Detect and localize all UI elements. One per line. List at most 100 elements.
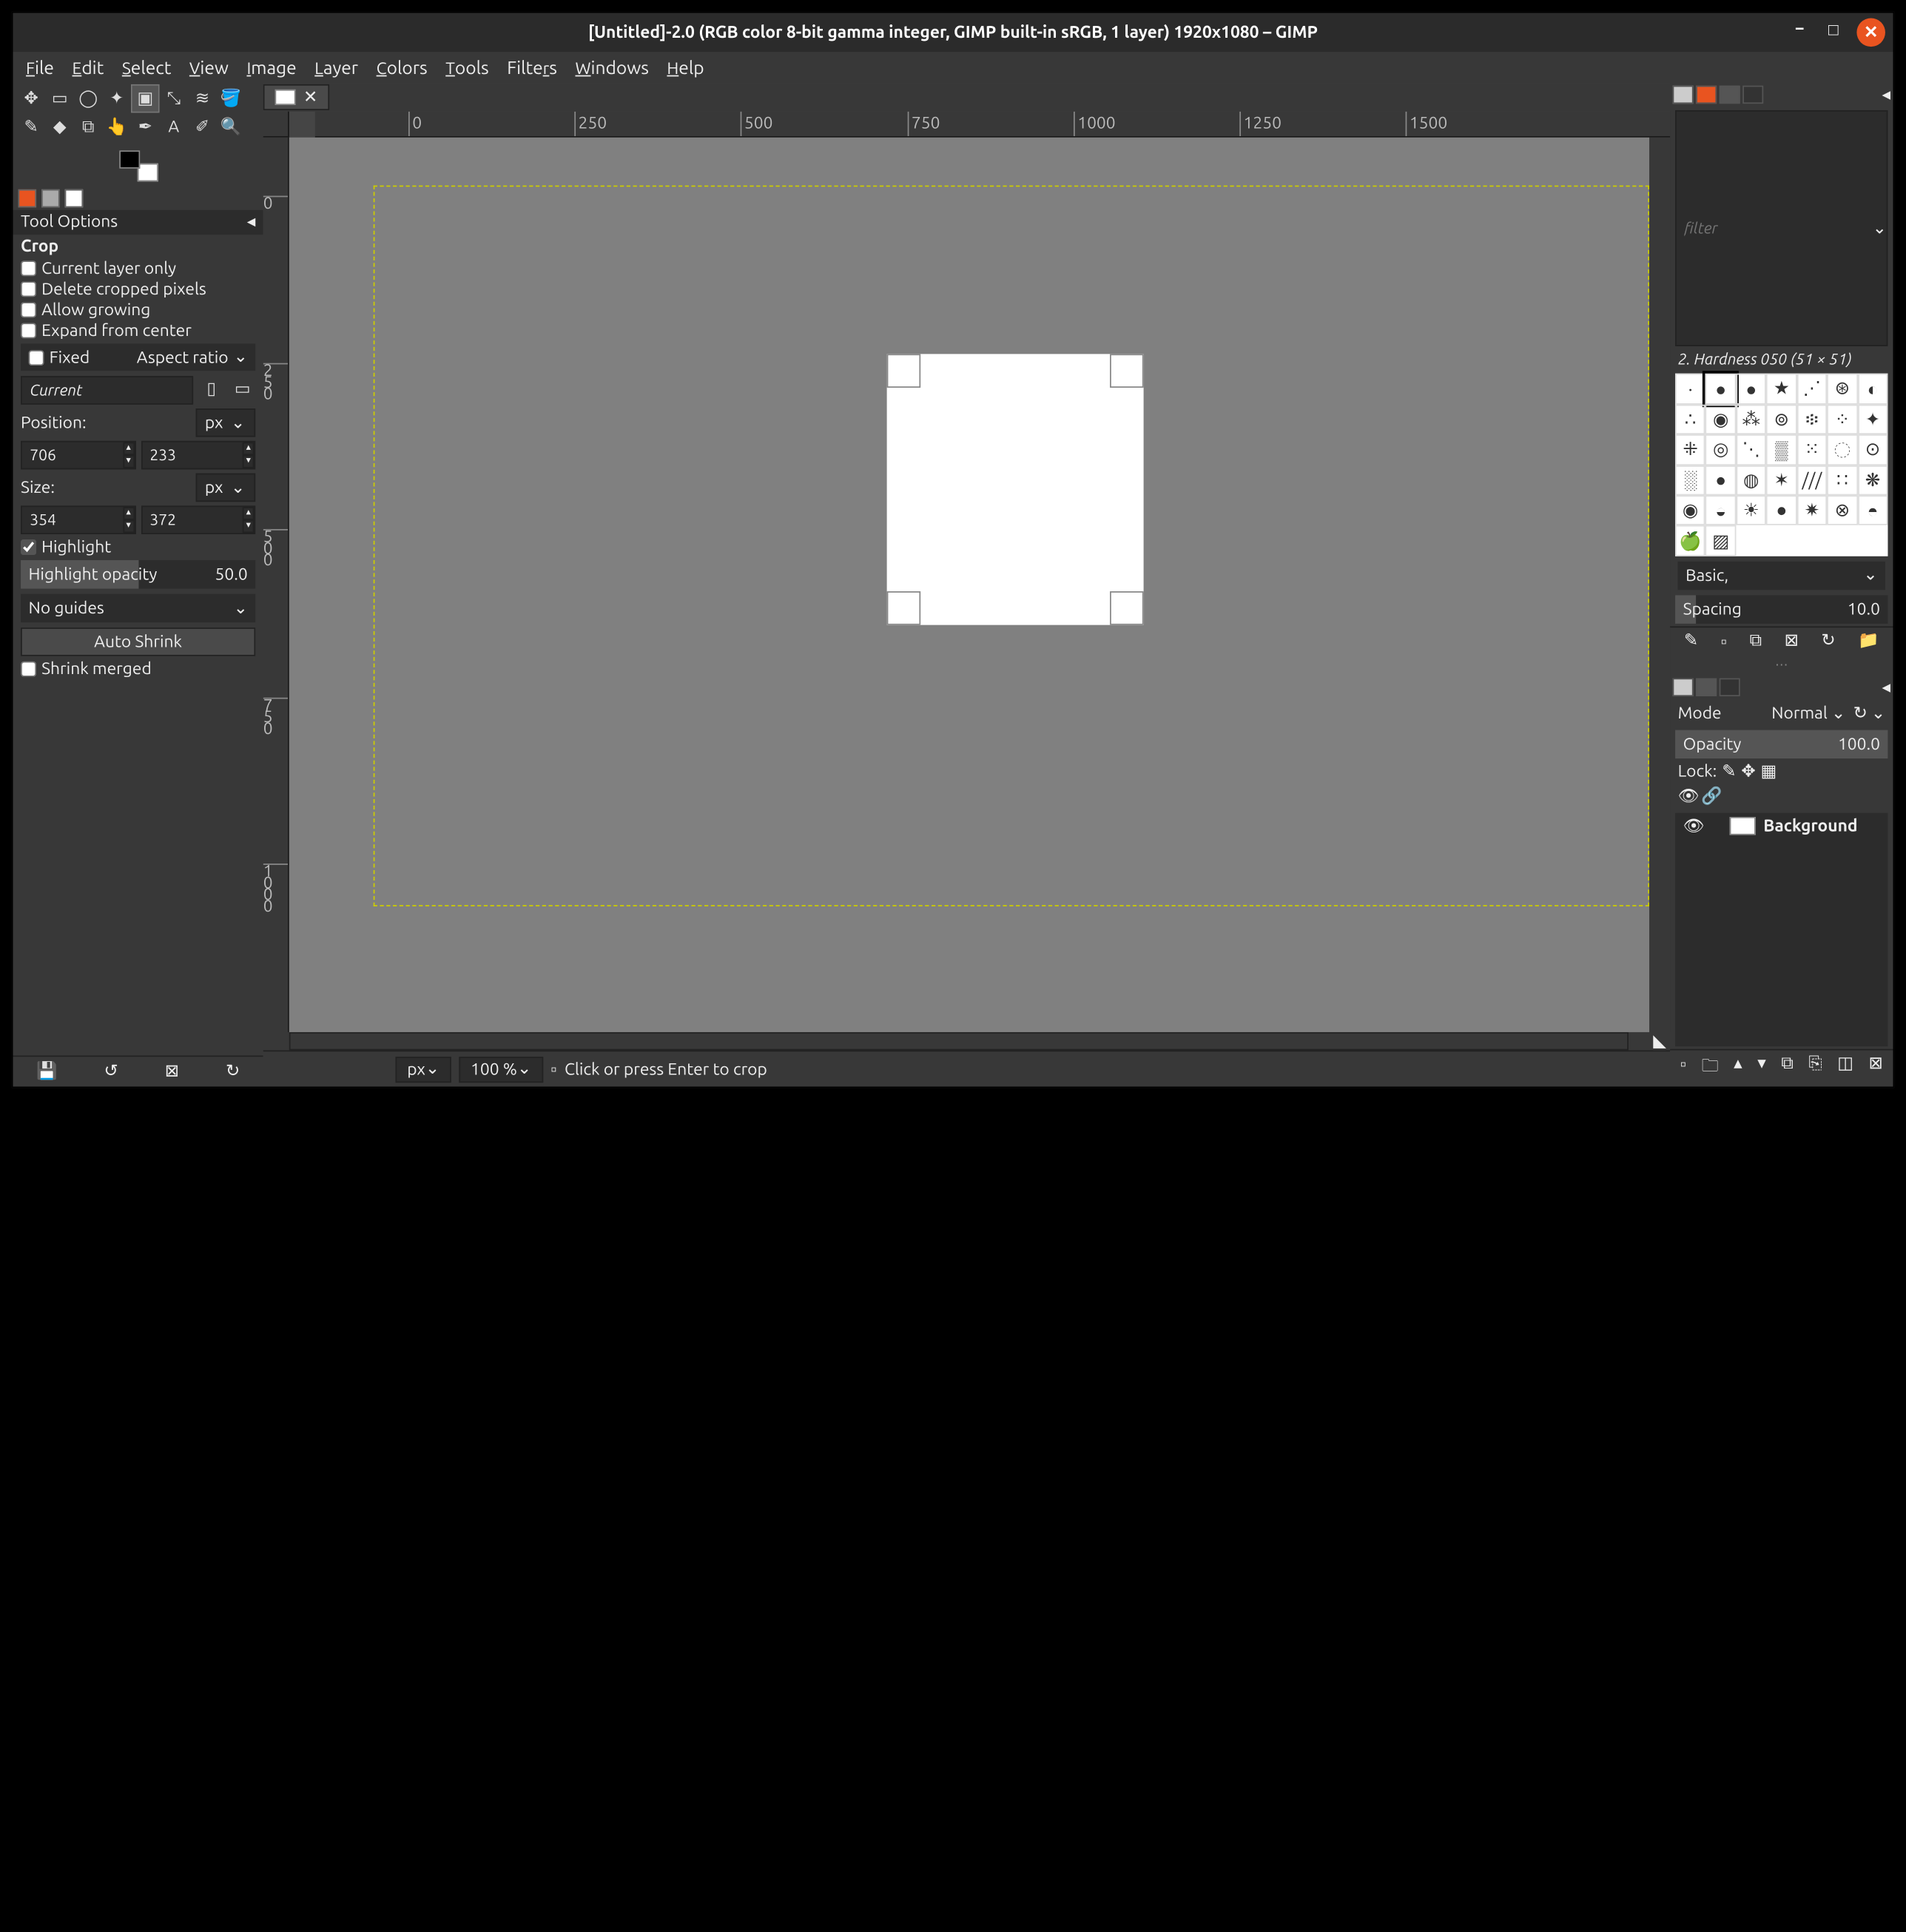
dock-menu-icon[interactable]: ◂ [1882, 86, 1890, 105]
tab-close-icon[interactable]: ✕ [303, 87, 317, 107]
opt-expand-center[interactable]: Expand from center [13, 320, 263, 341]
brush-item[interactable]: ∷ [1827, 465, 1857, 495]
path-tool[interactable]: ✒ [132, 114, 158, 140]
brush-item[interactable]: ⁙ [1796, 434, 1827, 465]
layer-row[interactable]: 👁 Background [1675, 812, 1888, 840]
brush-item[interactable]: ◉ [1675, 495, 1705, 525]
ruler-corner[interactable] [263, 112, 289, 138]
brush-item[interactable]: ░ [1675, 465, 1705, 495]
merge-layer-icon[interactable]: ⎘ [1808, 1054, 1822, 1083]
fg-bg-colors[interactable] [118, 150, 158, 181]
guides-dropdown[interactable]: No guides⌄ [21, 594, 255, 623]
move-tool[interactable]: ✥ [18, 86, 44, 112]
lock-pixels-icon[interactable]: ✎ [1722, 762, 1736, 781]
del-layer-icon[interactable]: ⊠ [1868, 1054, 1882, 1083]
menu-edit[interactable]: Edit [67, 55, 110, 81]
brush-item[interactable]: ▨ [1705, 525, 1736, 556]
tab-paths[interactable] [1720, 678, 1740, 696]
tab-tool-options[interactable] [18, 189, 37, 208]
menu-filters[interactable]: Filters [502, 55, 562, 81]
smudge-tool[interactable]: 👆 [104, 114, 129, 140]
scrollbar-vertical[interactable] [1649, 138, 1670, 1032]
menu-view[interactable]: View [184, 55, 234, 81]
opt-allow-growing[interactable]: Allow growing [13, 300, 263, 320]
brush-preset-dropdown[interactable]: Basic,⌄ [1678, 561, 1885, 590]
menu-windows[interactable]: Windows [570, 55, 653, 81]
grip-icon[interactable]: ⋯ [1670, 655, 1893, 676]
canvas[interactable] [289, 138, 1649, 1032]
brush-item[interactable]: ⊗ [1827, 495, 1857, 525]
tab-layers[interactable] [1673, 678, 1694, 696]
brush-item[interactable]: ◓ [1858, 495, 1888, 525]
crop-tool[interactable]: ▣ [132, 86, 158, 112]
layer-link-icon[interactable]: 🔗 [1701, 787, 1722, 806]
brush-item[interactable]: ● [1705, 465, 1736, 495]
dup-brush-icon[interactable]: ⧉ [1750, 631, 1762, 650]
tool-options-menu-icon[interactable]: ◂ [247, 212, 255, 232]
pencil-tool[interactable]: ✎ [18, 114, 44, 140]
maximize-button[interactable]: □ [1823, 18, 1844, 39]
landscape-button[interactable]: ▭ [229, 376, 255, 402]
brush-item[interactable]: ☀ [1736, 495, 1766, 525]
fuzzy-select-tool[interactable]: ✦ [104, 86, 129, 112]
tab-fonts[interactable] [1720, 86, 1740, 104]
opacity-slider[interactable]: Opacity 100.0 [1675, 730, 1888, 758]
del-brush-icon[interactable]: ⊠ [1785, 631, 1799, 650]
dock-menu-icon[interactable]: ◂ [1882, 678, 1890, 697]
brush-item[interactable]: ⁂ [1736, 404, 1766, 434]
cancel-icon[interactable]: ▫ [550, 1060, 556, 1079]
crop-rectangle[interactable] [887, 354, 1144, 625]
brush-item[interactable]: ⁜ [1675, 434, 1705, 465]
tab-patterns[interactable] [1696, 86, 1717, 104]
brush-item[interactable]: ⁘ [1827, 404, 1857, 434]
transform-tool[interactable]: ⤡ [161, 86, 186, 112]
bg-color-swatch[interactable] [137, 164, 158, 182]
brush-item[interactable]: ◒ [1705, 495, 1736, 525]
clone-tool[interactable]: ⧉ [75, 114, 101, 140]
brush-item[interactable]: ✦ [1858, 404, 1888, 434]
layer-name[interactable]: Background [1763, 818, 1857, 836]
tab-channels[interactable] [1696, 678, 1717, 696]
lock-position-icon[interactable]: ✥ [1741, 762, 1755, 781]
crop-handle-br[interactable] [1110, 591, 1144, 625]
brush-item[interactable]: ⋰ [1796, 374, 1827, 404]
image-tab[interactable]: ✕ [263, 84, 329, 110]
brush-item[interactable]: · [1675, 374, 1705, 404]
brush-item[interactable]: ✶ [1766, 465, 1796, 495]
restore-preset-icon[interactable]: ↺ [104, 1062, 118, 1081]
brush-item[interactable]: ● [1736, 374, 1766, 404]
position-unit-dropdown[interactable]: px [197, 414, 231, 432]
brush-item[interactable]: ⦁ [1766, 495, 1796, 525]
menu-select[interactable]: Select [117, 55, 177, 81]
crop-handle-tl[interactable] [887, 354, 921, 388]
brush-item[interactable]: ★ [1766, 374, 1796, 404]
save-preset-icon[interactable]: 💾 [36, 1062, 57, 1081]
tab-history[interactable] [1742, 86, 1763, 104]
brush-item[interactable]: ◉ [1705, 404, 1736, 434]
bucket-tool[interactable]: 🪣 [218, 86, 243, 112]
menu-file[interactable]: File [21, 55, 59, 81]
size-h-field[interactable] [142, 511, 243, 528]
reset-preset-icon[interactable]: ↻ [226, 1062, 240, 1081]
ruler-horizontal[interactable]: 0250500750100012501500 [315, 112, 1670, 138]
status-unit-dropdown[interactable]: px ⌄ [395, 1056, 451, 1082]
mode-dropdown[interactable]: Normal [1771, 704, 1828, 722]
eraser-tool[interactable]: ◆ [47, 114, 73, 140]
dup-layer-icon[interactable]: ⧉ [1781, 1054, 1793, 1083]
brush-item[interactable]: ፨ [1796, 404, 1827, 434]
scrollbar-horizontal[interactable] [289, 1032, 1629, 1051]
new-layer-icon[interactable]: ▫ [1680, 1054, 1686, 1083]
zoom-tool[interactable]: 🔍 [218, 114, 243, 140]
layer-visibility-icon[interactable]: 👁 [1678, 787, 1694, 806]
color-picker-tool[interactable]: ✐ [189, 114, 215, 140]
size-w-field[interactable] [22, 511, 123, 528]
brush-item[interactable]: /// [1796, 465, 1827, 495]
new-group-icon[interactable]: 🗀 [1702, 1054, 1719, 1083]
menu-image[interactable]: Image [241, 55, 301, 81]
aspect-value-field[interactable] [22, 382, 192, 399]
brush-item[interactable]: ⋱ [1736, 434, 1766, 465]
brush-item[interactable]: ◍ [1736, 465, 1766, 495]
menu-colors[interactable]: Colors [371, 55, 433, 81]
opt-shrink-merged[interactable]: Shrink merged [13, 659, 263, 679]
close-button[interactable]: ✕ [1856, 18, 1885, 47]
